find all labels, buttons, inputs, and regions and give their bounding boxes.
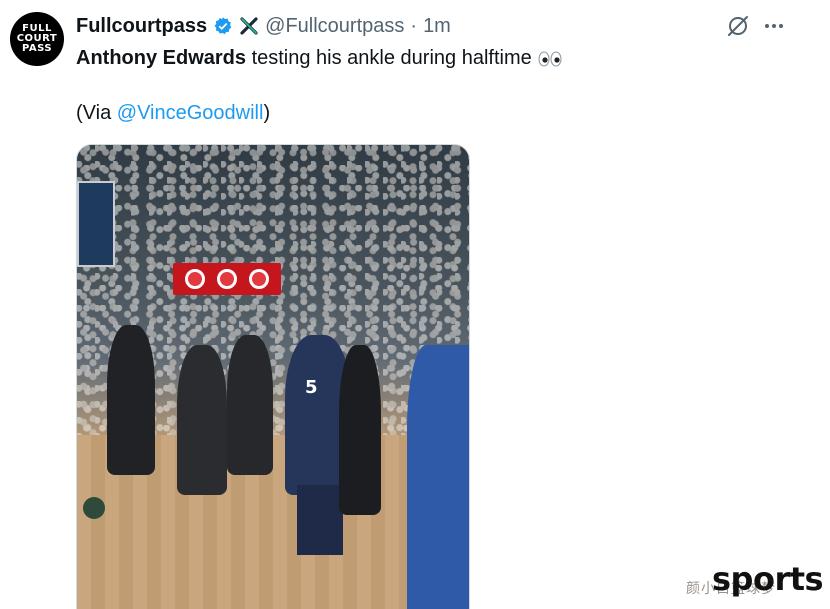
verified-badge-icon[interactable] (213, 16, 233, 36)
separator-dot: · (410, 14, 418, 37)
basketball (83, 497, 105, 519)
eyes-emoji-icon (538, 51, 562, 67)
staff-person (107, 325, 155, 475)
avatar[interactable]: FULL COURT PASS (10, 12, 64, 66)
tweet-text-rest: testing his ankle during halftime (246, 47, 532, 69)
grok-icon[interactable] (726, 14, 750, 38)
teammate (407, 345, 469, 609)
x-affiliate-icon[interactable] (239, 16, 260, 36)
avatar-line-3: PASS (21, 43, 53, 54)
tweet-header: Fullcourtpass @Fullcourtpass · 1m (76, 12, 451, 40)
trainer (339, 345, 381, 515)
arena-sign (173, 263, 281, 295)
tweet-text: Anthony Edwards testing his ankle during… (76, 47, 562, 70)
jersey-number: 5 (305, 377, 318, 398)
staff-person (227, 335, 273, 475)
via-prefix: (Via (76, 102, 117, 124)
tweet-video[interactable]: 5 (76, 144, 470, 609)
tweet-subject: Anthony Edwards (76, 47, 247, 69)
timestamp[interactable]: 1m (423, 15, 451, 38)
camera-operator (177, 345, 227, 495)
watermark-brand: sports (712, 560, 824, 598)
author-handle[interactable]: @Fullcourtpass (265, 15, 404, 38)
player-legs (297, 485, 343, 555)
tweet-via: (Via @VinceGoodwill) (76, 102, 270, 125)
backboard (77, 181, 115, 267)
via-suffix: ) (263, 102, 271, 124)
display-name[interactable]: Fullcourtpass (76, 15, 207, 38)
via-mention-link[interactable]: @VinceGoodwill (117, 102, 264, 124)
more-options-icon[interactable] (762, 14, 786, 38)
